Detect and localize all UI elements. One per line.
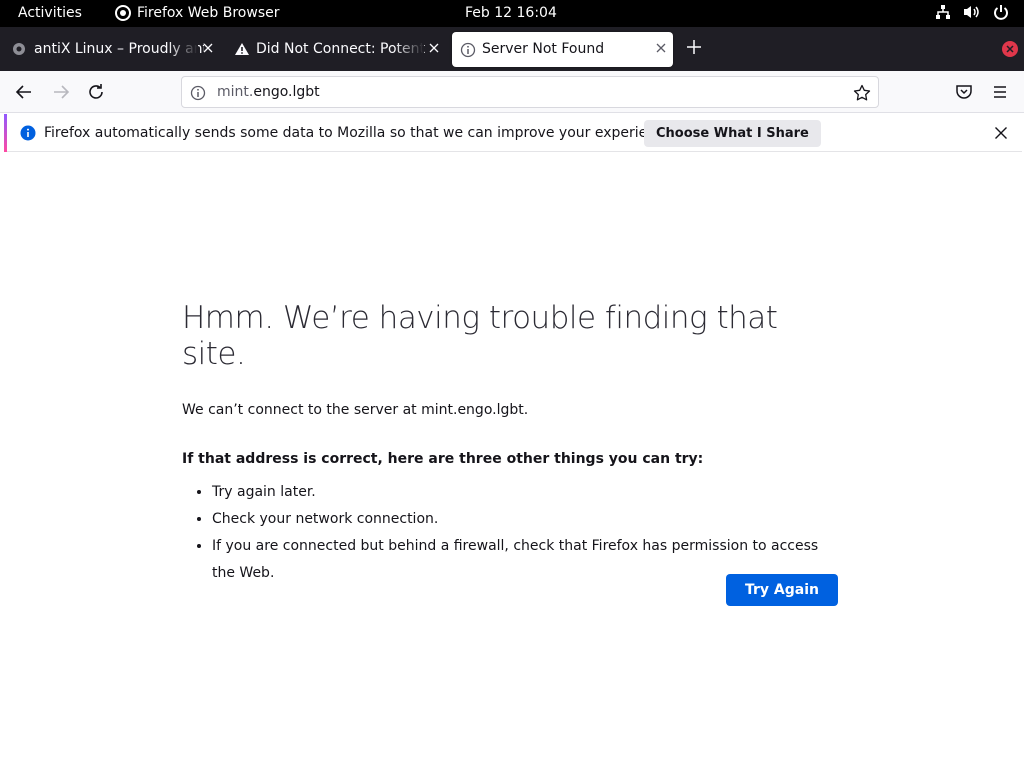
forward-arrow-icon[interactable]: [51, 82, 71, 106]
tab-fade: [168, 32, 198, 67]
app-menu[interactable]: Firefox Web Browser: [115, 5, 280, 21]
antix-favicon-icon: [12, 42, 26, 60]
close-icon[interactable]: [994, 125, 1008, 144]
error-title: Hmm. We’re having trouble finding that s…: [182, 300, 778, 372]
tab-title: Server Not Found: [482, 41, 605, 57]
close-tab-icon[interactable]: [655, 42, 667, 58]
hamburger-menu-icon[interactable]: [990, 82, 1010, 106]
error-page: Hmm. We’re having trouble finding that s…: [182, 300, 842, 587]
back-arrow-icon[interactable]: [14, 82, 34, 106]
bookmark-star-icon[interactable]: [853, 84, 871, 106]
choose-what-i-share-button[interactable]: Choose What I Share: [644, 120, 821, 147]
system-tray[interactable]: [935, 4, 1009, 20]
error-description: We can’t connect to the server at mint.e…: [182, 402, 529, 418]
url-host: engo.lgbt: [253, 84, 320, 100]
firefox-icon: [115, 5, 131, 21]
url-text[interactable]: mint.engo.lgbt: [217, 84, 320, 100]
url-bar[interactable]: mint.engo.lgbt: [181, 76, 879, 108]
close-tab-icon[interactable]: [202, 42, 214, 58]
gnome-top-bar: Activities Firefox Web Browser Feb 12 16…: [0, 0, 1024, 27]
pocket-icon[interactable]: [954, 82, 974, 106]
volume-icon[interactable]: [963, 4, 981, 20]
tab-fade: [394, 32, 424, 67]
network-icon[interactable]: [935, 4, 951, 20]
try-again-button[interactable]: Try Again: [726, 574, 838, 606]
suggestions-list: Try again later. Check your network conn…: [182, 479, 842, 587]
info-icon: [460, 42, 476, 62]
notification-accent: [4, 114, 7, 152]
window-close-icon[interactable]: [1002, 41, 1018, 57]
warning-icon: [234, 42, 250, 60]
list-item: Try again later.: [212, 479, 842, 506]
close-tab-icon[interactable]: [428, 42, 440, 58]
app-name: Firefox Web Browser: [137, 5, 280, 21]
navigation-toolbar: mint.engo.lgbt: [0, 71, 1024, 113]
site-info-icon[interactable]: [190, 85, 206, 105]
info-icon: [20, 125, 36, 145]
new-tab-plus-icon[interactable]: [684, 37, 704, 61]
clock[interactable]: Feb 12 16:04: [465, 5, 557, 21]
data-reporting-notification: Firefox automatically sends some data to…: [4, 114, 1022, 152]
suggestions-heading: If that address is correct, here are thr…: [182, 451, 704, 467]
tab-server-not-found[interactable]: Server Not Found: [452, 32, 673, 67]
url-subdomain: mint.: [217, 84, 254, 100]
list-item: Check your network connection.: [212, 506, 842, 533]
activities-button[interactable]: Activities: [18, 5, 82, 21]
power-icon[interactable]: [993, 4, 1009, 20]
tab-did-not-connect[interactable]: Did Not Connect: Potenti: [226, 32, 446, 67]
tab-strip: antiX Linux – Proudly anti Did Not Conne…: [0, 27, 1024, 71]
tab-antix[interactable]: antiX Linux – Proudly anti: [4, 32, 220, 67]
reload-icon[interactable]: [86, 82, 106, 106]
notification-message: Firefox automatically sends some data to…: [44, 125, 677, 141]
